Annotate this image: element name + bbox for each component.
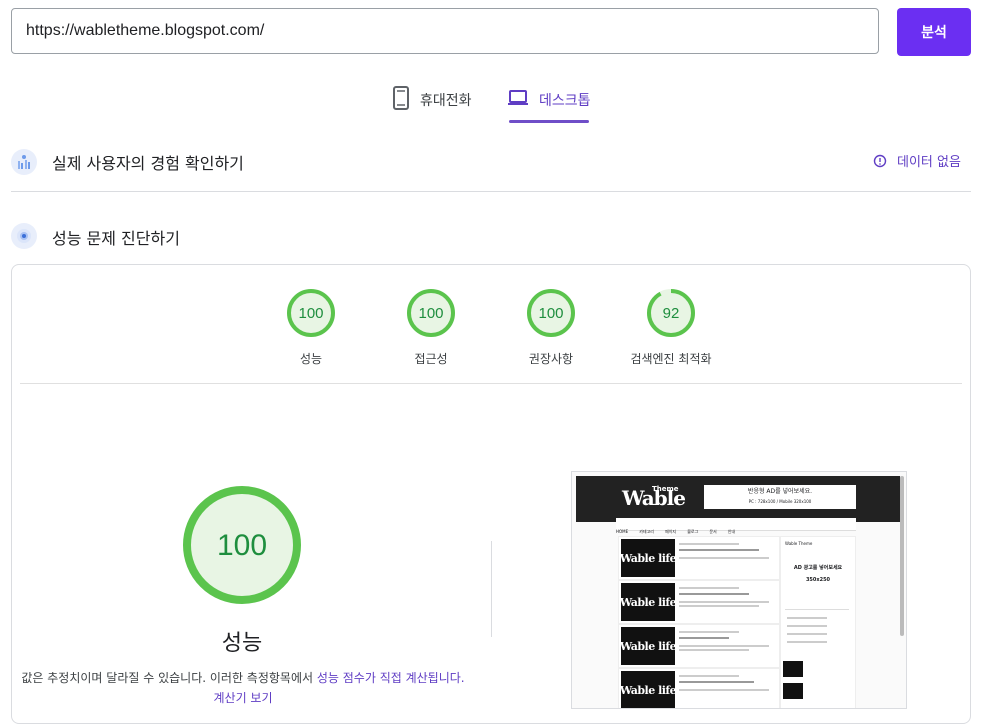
thumb-post: Wable life: [618, 624, 780, 668]
main-score-label: 성능: [221, 631, 263, 656]
tab-desktop-label: 데스크톱: [539, 93, 591, 109]
tab-active-indicator: [509, 120, 589, 123]
card-divider: [20, 383, 962, 384]
no-data-label: 데이터 없음: [897, 155, 961, 170]
score-value-performance: 100: [298, 305, 323, 322]
tab-desktop[interactable]: 데스크톱: [507, 86, 591, 122]
score-value-accessibility: 100: [418, 305, 443, 322]
thumb-sidebar: Wable Theme AD 광고를 넣어보세요 350x250: [780, 536, 856, 708]
tab-mobile-label: 휴대전화: [420, 93, 472, 109]
main-score-value: 100: [217, 529, 267, 562]
diagnostics-title: 성능 문제 진단하기: [52, 229, 180, 248]
score-gauge-performance[interactable]: 100: [286, 288, 336, 342]
thumb-ad-banner: 반응형 AD를 넣어보세요. PC : 728x100 / Mobile 320…: [704, 485, 856, 509]
thumb-side-ad-line2: 350x250: [805, 577, 831, 583]
info-icon: [873, 154, 887, 167]
thumb-ad-line2: PC : 728x100 / Mobile 320x100: [748, 499, 812, 504]
score-value-best-practices: 100: [538, 305, 563, 322]
thumb-ad-line1: 반응형 AD를 넣어보세요.: [747, 488, 813, 495]
field-data-title: 실제 사용자의 경험 확인하기: [52, 154, 244, 173]
no-data-link[interactable]: 데이터 없음: [873, 151, 961, 170]
thumb-side-ad-line1: AD 광고를 넣어보세요: [793, 565, 843, 571]
score-note: 값은 추정치이며 달라질 수 있습니다. 이러한 측정항목에서 성능 점수가 직…: [20, 668, 466, 708]
page-screenshot-thumbnail: Wable Theme 반응형 AD를 넣어보세요. PC : 728x100 …: [571, 471, 907, 709]
score-gauge-seo[interactable]: 92: [646, 288, 696, 342]
score-gauge-accessibility[interactable]: 100: [406, 288, 456, 342]
url-field-container: [11, 8, 879, 54]
section-divider: [11, 191, 971, 192]
calculator-link[interactable]: 계산기 보기: [213, 691, 272, 705]
thumb-post: Wable life: [618, 668, 780, 708]
thumb-nav-item: HOME: [616, 529, 629, 534]
thumb-nav-item: 블로그: [687, 529, 699, 534]
url-input[interactable]: [26, 19, 866, 43]
thumb-nav-item: 카테고리: [639, 529, 654, 534]
thumb-post-image: Wable life: [620, 583, 677, 621]
score-calc-link[interactable]: 성능 점수가 직접 계산됩니다.: [317, 671, 465, 685]
tab-mobile[interactable]: 휴대전화: [392, 86, 472, 122]
score-gauge-best-practices[interactable]: 100: [526, 288, 576, 342]
analyze-button[interactable]: 분석: [897, 8, 971, 56]
main-score-gauge: 100: [182, 485, 302, 609]
mobile-icon: [393, 86, 409, 110]
thumb-post: Wable life: [618, 580, 780, 624]
vertical-divider: [491, 541, 492, 637]
score-note-text: 값은 추정치이며 달라질 수 있습니다. 이러한 측정항목에서: [21, 671, 317, 685]
score-label-accessibility: 접근성: [414, 352, 448, 366]
thumb-nav: HOME 카테고리 페이지 블로그 문서 안내: [616, 518, 856, 534]
laptop-icon: [508, 90, 528, 105]
diagnostics-icon: [11, 223, 37, 249]
thumb-header: Wable Theme 반응형 AD를 넣어보세요. PC : 728x100 …: [576, 476, 900, 522]
thumb-nav-item: 안내: [727, 529, 736, 534]
score-label-performance: 성능: [299, 352, 323, 366]
thumb-side-title: Wable Theme: [785, 541, 813, 546]
thumb-nav-item: 문서: [709, 529, 717, 534]
score-value-seo: 92: [663, 305, 680, 322]
thumb-logo-small: Theme: [652, 485, 679, 493]
thumb-post: Wable life: [618, 536, 780, 580]
thumb-post-image: Wable life: [620, 627, 677, 665]
score-label-best-practices: 권장사항: [528, 352, 574, 366]
thumb-scrollbar: [900, 476, 904, 636]
score-label-seo: 검색엔진 최적화: [630, 352, 712, 366]
thumb-nav-item: 페이지: [665, 529, 677, 534]
thumb-post-image: Wable life: [620, 671, 677, 708]
thumb-post-image: Wable life: [620, 539, 677, 577]
field-data-icon: [11, 149, 37, 175]
